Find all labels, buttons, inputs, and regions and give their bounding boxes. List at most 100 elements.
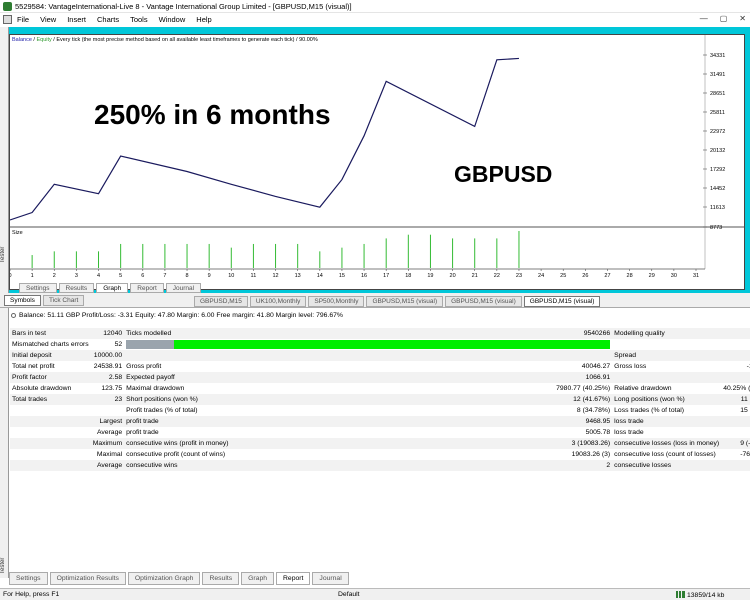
tab-graph[interactable]: Graph [96,283,129,293]
tab-journal[interactable]: Journal [165,283,202,293]
report-cell [10,405,91,416]
tester-side-tab-report[interactable]: Tester [0,308,9,578]
report-cell: 15 (65.22%) [740,407,750,414]
report-cell [721,339,750,350]
x-tick-label: 22 [494,273,500,279]
menu-view[interactable]: View [40,15,56,24]
report-cell: Largest [90,416,125,427]
report-cell: Modelling quality [612,328,722,339]
size-label: Size [12,230,23,236]
bottom-tab-report[interactable]: Report [276,572,311,585]
report-cell: Total net profit [12,363,55,370]
report-cell [349,350,613,361]
report-row: Maximal consecutive profit (count of wins… [10,449,750,460]
report-cell: consecutive profit (count of wins) [126,451,226,458]
report-row: Maximum consecutive wins (profit in money… [10,438,750,449]
x-tick-label: 21 [472,273,478,279]
report-cell: Maximum [90,438,125,449]
report-cell: 5005.78 [585,429,611,436]
x-tick-label: 1 [31,273,34,279]
chart-window-icon[interactable] [3,15,12,24]
report-cell [91,405,124,416]
report-cell: 19083.26 (3) [571,451,611,458]
bottom-tab-optimization-graph[interactable]: Optimization Graph [127,572,201,585]
menu-tools[interactable]: Tools [130,15,148,24]
report-cell: 12040 [90,328,125,339]
menu-charts[interactable]: Charts [97,15,119,24]
report-cell: 9540266 [349,328,613,339]
report-cell: 123.75 [101,385,123,392]
report-cell: consecutive wins [124,460,350,471]
report-cell [612,339,721,350]
close-icon[interactable]: ✕ [739,14,746,23]
y-tick-label: 11613 [710,205,725,211]
x-tick-label: 18 [405,273,411,279]
report-cell: -7685.34 (9) [740,451,750,458]
tab-symbols[interactable]: Symbols [4,295,41,306]
bottom-tab-results[interactable]: Results [202,572,240,585]
menu-file[interactable]: File [17,15,29,24]
report-row: Averageprofit trade 5005.78loss trade -103… [10,427,750,438]
window-tab-active[interactable]: GBPUSD,M15 (visual) [523,296,601,307]
minimize-icon[interactable]: — [700,14,708,23]
report-cell: 3 (19083.26) [349,438,613,449]
y-tick-label: 25811 [710,110,725,116]
x-tick-label: 28 [627,273,633,279]
report-row: Bars in test 12040 Ticks modelled 9540266 Mo… [10,328,750,339]
restore-icon[interactable]: ▢ [720,14,728,23]
window-tab-row: Symbols Tick Chart GBPUSD,M15 UK100,Mont… [0,293,750,308]
report-cell: -15507.36 [746,363,750,370]
tab-tick-chart[interactable]: Tick Chart [42,295,85,306]
report-cell: Relative drawdown [614,385,672,392]
header-rest: / Every tick (the most precise method ba… [51,37,318,43]
report-cell: 90.00% [721,328,750,339]
menu-bar: File View Insert Charts Tools Window Hel… [0,13,750,26]
tester-side-tab[interactable]: Tester [0,27,9,293]
window-tab[interactable]: UK100,Monthly [249,296,307,307]
menu-window[interactable]: Window [159,15,186,24]
symbol-tabs: Symbols Tick Chart [4,295,85,306]
report-cell: Ticks modelled [124,328,350,339]
bottom-tab-settings[interactable]: Settings [9,572,48,585]
window-tab[interactable]: GBPUSD,M15 [194,296,248,307]
chart-window-tabs: GBPUSD,M15 UK100,Monthly SP500,Monthly G… [194,296,601,307]
x-tick-label: 19 [427,273,433,279]
menu-help[interactable]: Help [196,15,211,24]
report-row: Absolute drawdown 123.75 Maximal drawdown 7… [10,383,750,394]
menu-insert[interactable]: Insert [67,15,86,24]
y-tick-label: 8773 [710,225,722,231]
y-tick-label: 28651 [710,91,725,97]
tab-settings[interactable]: Settings [19,283,57,293]
tab-report[interactable]: Report [130,283,164,293]
window-tab[interactable]: SP500,Monthly [308,296,365,307]
status-profile: Default [338,591,360,598]
title-bar: 5529584: VantageInternational-Live 8 - V… [0,0,750,13]
bottom-tab-graph[interactable]: Graph [241,572,275,585]
report-cell: 9468.95 [349,416,613,427]
report-cell: Average [96,429,123,436]
x-tick-label: 15 [339,273,345,279]
window-tab[interactable]: GBPUSD,M15 (visual) [366,296,444,307]
window-tab[interactable]: GBPUSD,M15 (visual) [445,296,522,307]
bottom-tab-journal[interactable]: Journal [312,572,349,585]
x-tick-label: 24 [538,273,544,279]
report-cell: Gross loss [614,363,647,370]
report-cell [612,372,722,383]
report-cell [124,339,612,350]
header-equity: Equity [36,37,52,43]
report-cell: 2 [349,460,613,471]
symbol-annotation: GBPUSD [454,161,553,187]
bottom-tab-optimization-results[interactable]: Optimization Results [49,572,126,585]
report-cell: 9 (-7685.34) [721,438,750,449]
status-connection: 13859/14 kb [676,591,724,599]
x-tick-label: 11 [251,273,257,279]
report-cell: consecutive losses [612,460,722,471]
report-cell: Maximal [96,451,123,458]
x-tick-label: 31 [693,273,699,279]
app-icon [3,2,12,11]
report-cell: Average [90,460,125,471]
tab-results[interactable]: Results [58,283,95,293]
x-tick-label: 29 [649,273,655,279]
report-cell: Bars in test [10,328,91,339]
status-help: For Help, press F1 [3,591,60,598]
